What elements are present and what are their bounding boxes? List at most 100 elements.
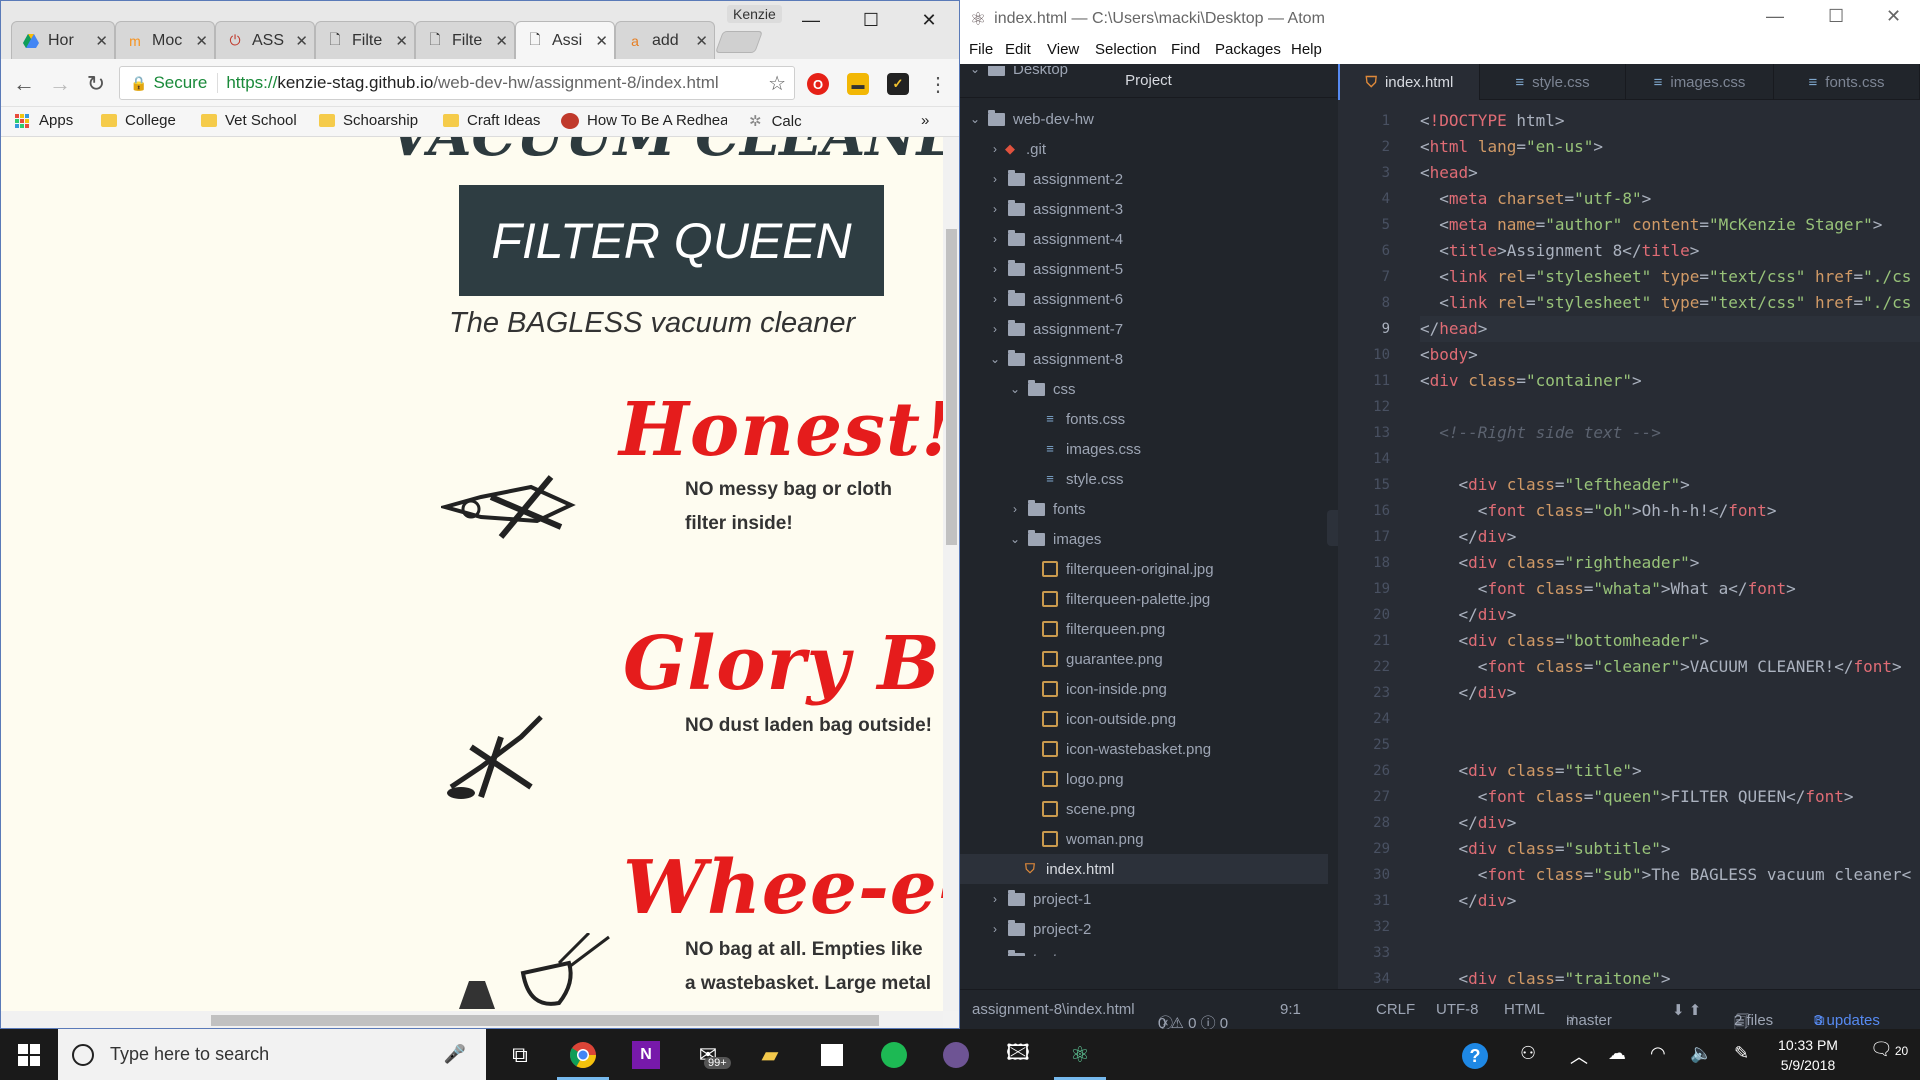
windows-start-icon[interactable] bbox=[0, 1029, 58, 1080]
tree-item[interactable]: ⌄ css bbox=[960, 374, 1328, 404]
browser-tab[interactable]: Hor ✕ bbox=[11, 21, 115, 59]
code-line[interactable]: <div class="rightheader"> bbox=[1420, 550, 1700, 576]
chrome-taskbar-icon[interactable] bbox=[553, 1029, 613, 1080]
code-line[interactable]: <font class="oh">Oh-h-h!</font> bbox=[1420, 498, 1777, 524]
tree-item[interactable]: › test bbox=[960, 944, 1328, 956]
tree-item[interactable]: › ◆ .git bbox=[960, 134, 1328, 164]
photos-icon[interactable]: 🖾 bbox=[988, 1029, 1048, 1080]
horizontal-scrollbar[interactable] bbox=[1, 1011, 943, 1028]
chevron-right-icon[interactable]: › bbox=[988, 232, 1002, 246]
tree-item[interactable]: › fonts bbox=[960, 494, 1328, 524]
code-line[interactable]: <!DOCTYPE html> bbox=[1420, 108, 1565, 134]
chevron-right-icon[interactable]: › bbox=[988, 202, 1002, 216]
file-explorer-icon[interactable]: ▰ bbox=[740, 1029, 800, 1080]
code-line[interactable]: <link rel="stylesheet" type="text/css" h… bbox=[1420, 264, 1911, 290]
tree-item[interactable]: ⌄ images bbox=[960, 524, 1328, 554]
tree-item[interactable]: filterqueen-palette.jpg bbox=[960, 584, 1328, 614]
close-icon[interactable]: ✕ bbox=[395, 32, 408, 50]
vertical-scrollbar[interactable] bbox=[943, 137, 959, 1011]
browser-tab[interactable]: m Moc ✕ bbox=[115, 21, 215, 59]
chevron-down-icon[interactable]: ⌄ bbox=[968, 66, 982, 76]
browser-tab[interactable]: a add ✕ bbox=[615, 21, 715, 59]
bookmark-star-icon[interactable]: ☆ bbox=[768, 71, 786, 96]
maximize-icon[interactable]: ☐ bbox=[853, 7, 889, 33]
tree-item[interactable]: ⌄ Desktop bbox=[960, 66, 1328, 84]
editor-tab-fonts-css[interactable]: ≡ fonts.css bbox=[1774, 64, 1920, 100]
taskbar-search-box[interactable]: Type here to search 🎤 bbox=[58, 1029, 486, 1080]
status-cursor-position[interactable]: 9:1 bbox=[1280, 1001, 1301, 1018]
menu-selection[interactable]: Selection bbox=[1095, 41, 1157, 58]
code-line[interactable]: </div> bbox=[1420, 524, 1517, 550]
code-line[interactable]: <html lang="en-us"> bbox=[1420, 134, 1603, 160]
tree-item[interactable]: scene.png bbox=[960, 794, 1328, 824]
close-icon[interactable]: ✕ bbox=[195, 32, 208, 50]
chevron-right-icon[interactable]: › bbox=[988, 322, 1002, 336]
browser-tab[interactable]: 🗋 Filte ✕ bbox=[315, 21, 415, 59]
tree-item[interactable]: ≡ fonts.css bbox=[960, 404, 1328, 434]
scrollbar-thumb[interactable] bbox=[946, 229, 957, 545]
tree-item[interactable]: icon-wastebasket.png bbox=[960, 734, 1328, 764]
tree-item[interactable]: › project-2 bbox=[960, 914, 1328, 944]
chevron-down-icon[interactable]: ⌄ bbox=[988, 352, 1002, 366]
forward-icon[interactable]: → bbox=[45, 69, 75, 99]
show-hidden-icons-chevron[interactable]: ︿ bbox=[1570, 1043, 1588, 1069]
volume-icon[interactable]: 🔈 bbox=[1690, 1043, 1712, 1064]
close-icon[interactable]: ✕ bbox=[695, 32, 708, 50]
wifi-icon[interactable]: ◠ bbox=[1650, 1043, 1666, 1064]
system-clock[interactable]: 10:33 PM 5/9/2018 bbox=[1768, 1035, 1848, 1075]
tree-item[interactable]: › assignment-6 bbox=[960, 284, 1328, 314]
menu-edit[interactable]: Edit bbox=[1005, 41, 1031, 58]
browser-tab[interactable]: 🗋 Filte ✕ bbox=[415, 21, 515, 59]
tree-item[interactable]: ⌄ assignment-8 bbox=[960, 344, 1328, 374]
menu-kebab-icon[interactable]: ⋮ bbox=[923, 69, 953, 99]
tree-item[interactable]: woman.png bbox=[960, 824, 1328, 854]
code-line[interactable]: <title>Assignment 8</title> bbox=[1420, 238, 1699, 264]
tree-item[interactable]: › assignment-7 bbox=[960, 314, 1328, 344]
sticky-notes-icon[interactable] bbox=[802, 1029, 862, 1080]
extension-icon[interactable]: ▬ bbox=[847, 73, 869, 95]
menu-find[interactable]: Find bbox=[1171, 41, 1200, 58]
tree-item[interactable]: logo.png bbox=[960, 764, 1328, 794]
code-line[interactable]: <!--Right side text --> bbox=[1420, 420, 1661, 446]
code-line[interactable]: </div> bbox=[1420, 888, 1517, 914]
menu-help[interactable]: Help bbox=[1291, 41, 1322, 58]
code-line[interactable]: </head> bbox=[1420, 316, 1920, 342]
notification-center-icon[interactable]: 🗨 20 bbox=[1870, 1039, 1908, 1060]
bookmark-calc[interactable]: ✲ Calc bbox=[749, 112, 802, 131]
menu-packages[interactable]: Packages bbox=[1215, 41, 1281, 58]
tree-item[interactable]: › assignment-2 bbox=[960, 164, 1328, 194]
tree-item[interactable]: › project-1 bbox=[960, 884, 1328, 914]
tree-item[interactable]: filterqueen.png bbox=[960, 614, 1328, 644]
reload-icon[interactable]: ↻ bbox=[81, 69, 111, 99]
close-icon[interactable]: ✕ bbox=[295, 32, 308, 50]
tree-item[interactable]: › assignment-3 bbox=[960, 194, 1328, 224]
code-line[interactable]: <body> bbox=[1420, 342, 1478, 368]
editor-tab-images-css[interactable]: ≡ images.css bbox=[1626, 64, 1774, 100]
chevron-right-icon[interactable]: › bbox=[988, 262, 1002, 276]
microphone-icon[interactable]: 🎤 bbox=[444, 1044, 466, 1065]
tree-item[interactable]: guarantee.png bbox=[960, 644, 1328, 674]
minimize-icon[interactable]: — bbox=[1766, 6, 1784, 27]
bookmark-redhead[interactable]: How To Be A Redhea bbox=[561, 112, 727, 129]
status-line-ending[interactable]: CRLF bbox=[1376, 1001, 1415, 1018]
tree-item[interactable]: filterqueen-original.jpg bbox=[960, 554, 1328, 584]
chevron-down-icon[interactable]: ⌄ bbox=[1008, 532, 1022, 546]
close-window-icon[interactable]: ✕ bbox=[1886, 6, 1901, 27]
status-encoding[interactable]: UTF-8 bbox=[1436, 1001, 1479, 1018]
github-icon[interactable] bbox=[926, 1029, 986, 1080]
pen-workspace-icon[interactable]: ✎ bbox=[1734, 1043, 1749, 1064]
bookmark-apps[interactable]: Apps bbox=[15, 112, 73, 129]
editor-tab-index-html[interactable]: ⛉ index.html bbox=[1338, 64, 1480, 100]
tree-item[interactable]: › assignment-4 bbox=[960, 224, 1328, 254]
bookmark-schoarship[interactable]: Schoarship bbox=[319, 112, 418, 129]
code-line[interactable]: <font class="whata">What a</font> bbox=[1420, 576, 1796, 602]
close-icon[interactable]: ✕ bbox=[95, 32, 108, 50]
chevron-right-icon[interactable]: › bbox=[988, 142, 1002, 156]
bookmark-vet-school[interactable]: Vet School bbox=[201, 112, 297, 129]
new-tab-button[interactable] bbox=[714, 31, 764, 53]
onenote-icon[interactable]: N bbox=[616, 1029, 676, 1080]
code-line[interactable]: <div class="traitone"> bbox=[1420, 966, 1671, 989]
mail-icon[interactable]: ✉ 99+ bbox=[678, 1029, 738, 1080]
minimize-icon[interactable]: — bbox=[793, 7, 829, 33]
code-line[interactable]: <font class="cleaner">VACUUM CLEANER!</f… bbox=[1420, 654, 1902, 680]
